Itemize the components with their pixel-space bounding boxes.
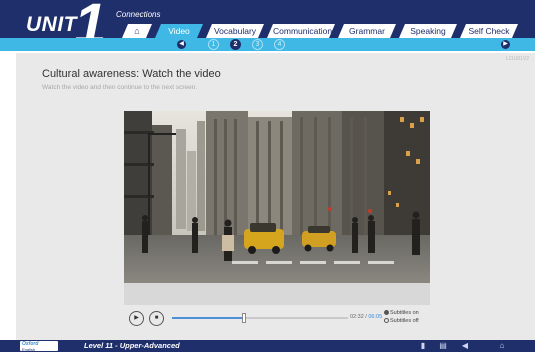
tab-home[interactable]: ⌂ [122, 24, 152, 38]
tab-video[interactable]: Video [155, 24, 203, 38]
page-dots: 1 2 3 4 [208, 39, 296, 50]
tab-communication[interactable]: Communication [267, 24, 335, 38]
current-time: 02:32 [350, 314, 364, 320]
home-icon[interactable]: ⌂ [497, 341, 507, 351]
home-icon: ⌂ [134, 26, 140, 36]
previous-arrow-icon[interactable]: ◀ [177, 40, 186, 49]
unit-label: UNIT [26, 13, 77, 36]
subtitles-off-option[interactable]: Subtitles off [384, 317, 419, 325]
stop-button[interactable]: ■ [149, 311, 164, 326]
content-area: L11U01V2 Cultural awareness: Watch the v… [16, 53, 535, 341]
subtitles-on-option[interactable]: Subtitles on [384, 309, 419, 317]
page-dot-4[interactable]: 4 [274, 39, 285, 50]
play-icon: ▶ [134, 315, 139, 321]
next-arrow-icon[interactable]: ▶ [501, 40, 510, 49]
radio-selected-icon [384, 310, 389, 316]
tab-self-check[interactable]: Self Check [460, 24, 518, 38]
notebook-icon[interactable]: ▮ [418, 341, 428, 351]
footer: Oxford English Level 11 - Upper-Advanced … [0, 340, 535, 352]
progress-fill [172, 317, 245, 319]
radio-unselected-icon [384, 318, 389, 324]
tab-vocabulary[interactable]: Vocabulary [206, 24, 264, 38]
subtitles-on-label: Subtitles on [390, 310, 419, 316]
logo-sub: English [22, 347, 36, 352]
page-dot-3[interactable]: 3 [252, 39, 263, 50]
main-tabs: ⌂ Video Vocabulary Communication Grammar… [122, 24, 521, 38]
video-frame[interactable] [124, 111, 430, 283]
video-frame-strip [124, 283, 430, 305]
page-navigation: ◀ 1 2 3 4 ▶ [0, 38, 535, 51]
video-controls: ▶ ■ 02:32 / 06:05 Subtitles on Subtitles… [124, 305, 430, 331]
document-icon[interactable]: ▤ [438, 341, 448, 351]
level-label: Level 11 - Upper-Advanced [84, 341, 180, 350]
tab-grammar[interactable]: Grammar [338, 24, 396, 38]
stop-icon: ■ [154, 315, 159, 321]
progress-thumb[interactable] [242, 313, 247, 323]
screen-number: L11U01V2 [505, 56, 529, 62]
total-time: 06:05 [368, 314, 383, 320]
time-separator: / [365, 314, 367, 320]
page-dot-1[interactable]: 1 [208, 39, 219, 50]
audio-icon[interactable]: ◀ [460, 341, 470, 351]
play-button[interactable]: ▶ [129, 311, 144, 326]
page-dot-2[interactable]: 2 [230, 39, 241, 50]
header: UNIT 1 Connections ⌂ Video Vocabulary Co… [0, 0, 535, 54]
tab-speaking[interactable]: Speaking [399, 24, 457, 38]
page-title: Cultural awareness: Watch the video [42, 68, 221, 80]
video-image [124, 111, 430, 283]
unit-title: Connections [116, 10, 161, 19]
subtitles-off-label: Subtitles off [390, 318, 419, 324]
progress-bar[interactable] [172, 313, 348, 323]
subtitles-options: Subtitles on Subtitles off [384, 309, 419, 325]
oxford-english-logo: Oxford English [20, 341, 58, 352]
instructions: Watch the video and then continue to the… [42, 84, 198, 91]
time-display: 02:32 / 06:05 [350, 314, 382, 320]
